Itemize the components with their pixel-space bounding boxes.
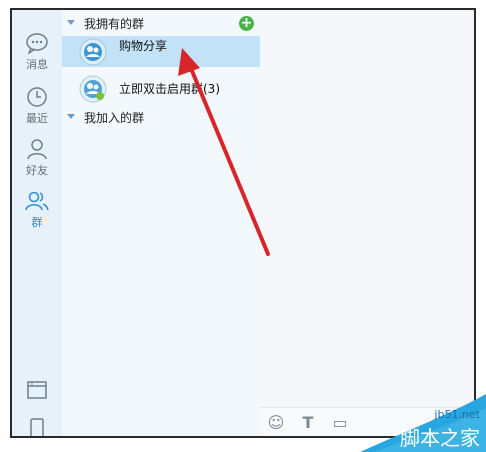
rail-item-groups[interactable]: 群 <box>12 190 62 230</box>
group-row-activate[interactable]: 立即双击启用群(3) <box>62 73 260 104</box>
app-window: 消息 最近 好友 群 我拥有的群 + 购物分享 立即双击启用群(3) 我加入的群… <box>10 8 476 438</box>
rail-item-friends[interactable]: 好友 <box>12 138 62 178</box>
group-avatar-icon <box>79 75 107 103</box>
joined-groups-label: 我加入的群 <box>84 111 145 125</box>
rail-label: 消息 <box>26 58 48 71</box>
phone-icon <box>30 418 44 436</box>
owned-groups-header[interactable]: 我拥有的群 + <box>62 13 260 35</box>
add-group-button[interactable]: + <box>239 16 254 31</box>
rail-item-phone[interactable] <box>12 418 62 436</box>
chat-bubble-icon <box>26 33 48 54</box>
rail-label: 好友 <box>26 164 48 177</box>
chat-area: ☺ T ▭ <box>260 10 474 436</box>
group-name: 立即双击启用群(3) <box>119 82 220 96</box>
watermark-badge: jb51.net 脚本之家 <box>360 394 486 452</box>
person-icon <box>27 139 47 160</box>
image-icon[interactable]: ▭ <box>330 414 350 432</box>
clock-icon <box>27 87 47 107</box>
watermark-text: 脚本之家 <box>400 426 480 450</box>
rail-label: 群 <box>31 216 43 229</box>
emoji-icon[interactable]: ☺ <box>266 414 286 432</box>
rail-item-recent[interactable]: 最近 <box>12 86 62 126</box>
group-avatar-icon <box>79 38 107 66</box>
group-name: 购物分享 <box>119 39 168 53</box>
group-icon <box>25 191 49 211</box>
group-list-panel: 我拥有的群 + 购物分享 立即双击启用群(3) 我加入的群 <box>62 10 261 436</box>
watermark-site: jb51.net <box>434 408 480 421</box>
caret-down-icon <box>67 114 75 119</box>
group-row-shopping[interactable]: 购物分享 <box>62 36 260 67</box>
nav-rail: 消息 最近 好友 群 <box>12 10 63 436</box>
owned-groups-label: 我拥有的群 <box>84 17 145 31</box>
rail-label: 最近 <box>26 112 48 125</box>
rail-item-messages[interactable]: 消息 <box>12 32 62 72</box>
caret-down-icon <box>67 20 75 25</box>
window-icon <box>27 381 47 399</box>
joined-groups-header[interactable]: 我加入的群 <box>62 107 260 129</box>
font-icon[interactable]: T <box>298 414 318 432</box>
rail-item-window[interactable] <box>12 380 62 402</box>
